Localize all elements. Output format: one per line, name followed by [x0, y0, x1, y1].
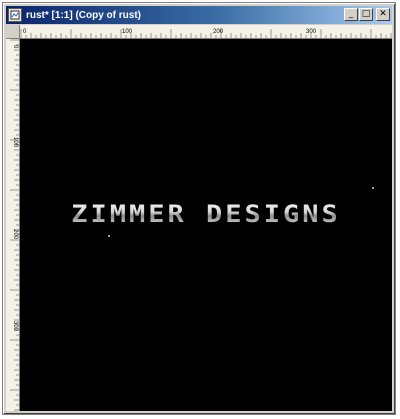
vertical-ruler-ticks: 0 100 200 300: [10, 39, 19, 411]
h-ruler-label: 100: [122, 29, 133, 35]
window-title: rust* [1:1] (Copy of rust): [26, 9, 141, 21]
horizontal-ruler-ticks: 0 100 200 300: [20, 29, 392, 38]
minimize-button[interactable]: _: [344, 8, 358, 21]
ruler-corner: [6, 25, 20, 39]
title-bar[interactable]: rust* [1:1] (Copy of rust) _ □ ✕: [6, 6, 392, 24]
v-ruler-label: 200: [12, 229, 18, 240]
v-ruler-label: 100: [12, 137, 18, 148]
close-button[interactable]: ✕: [376, 8, 390, 21]
image-document-icon[interactable]: [8, 8, 22, 22]
maximize-button[interactable]: □: [359, 8, 373, 21]
image-canvas[interactable]: ZIMMER DESIGNS: [20, 39, 392, 411]
h-ruler-label: 300: [306, 29, 317, 35]
horizontal-ruler[interactable]: 0 100 200 300: [20, 25, 392, 39]
v-ruler-label: 0: [12, 45, 18, 49]
canvas-text-zimmer-designs: ZIMMER DESIGNS: [20, 201, 392, 229]
image-window: rust* [1:1] (Copy of rust) _ □ ✕ 0 100 2…: [2, 2, 396, 415]
window-controls: _ □ ✕: [344, 8, 390, 21]
sparkle: [372, 187, 374, 189]
h-ruler-label: 0: [23, 29, 27, 35]
h-ruler-label: 200: [213, 29, 224, 35]
v-ruler-label: 300: [12, 321, 18, 332]
vertical-ruler[interactable]: 0 100 200 300: [6, 39, 20, 411]
sparkle: [108, 235, 110, 237]
